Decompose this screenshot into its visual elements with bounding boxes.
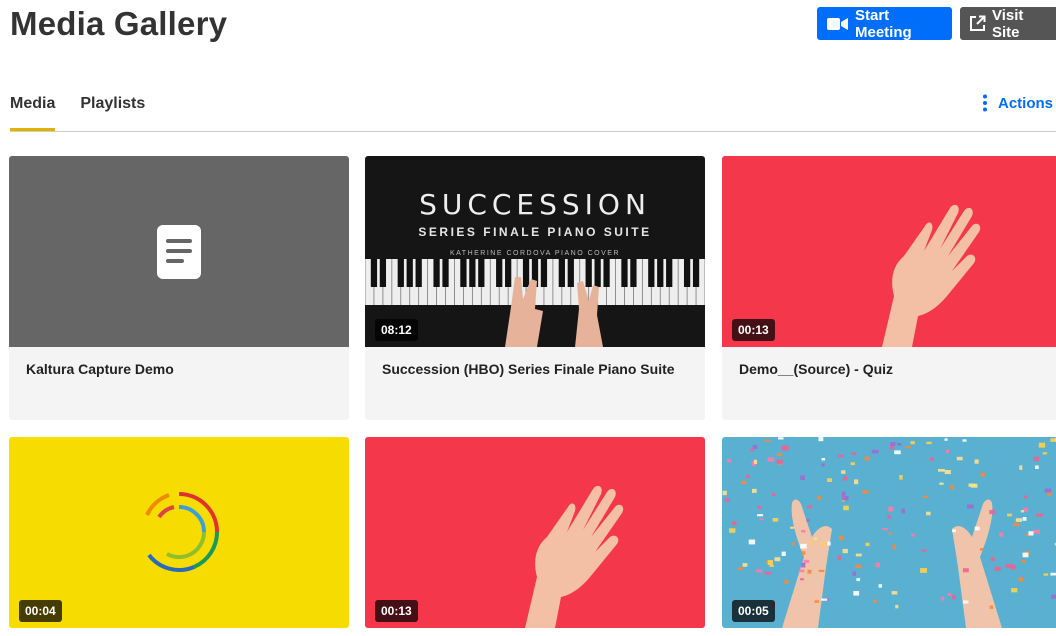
media-thumbnail[interactable]: 00:13 xyxy=(722,156,1056,347)
tab-playlists[interactable]: Playlists xyxy=(80,95,145,131)
document-icon xyxy=(157,224,201,279)
visit-site-button[interactable]: Visit Site xyxy=(960,6,1056,41)
actions-menu-button[interactable]: Actions xyxy=(982,94,1053,112)
external-link-icon xyxy=(969,15,986,32)
thumbnail-subtitle-text: SERIES FINALE PIANO SUITE xyxy=(418,225,652,239)
media-card[interactable]: 00:13 Demo__(Source) - Quiz xyxy=(722,156,1056,420)
start-meeting-button[interactable]: Start Meeting xyxy=(817,6,952,41)
duration-badge: 00:13 xyxy=(375,600,418,622)
media-title[interactable]: Demo__(Source) - Quiz xyxy=(739,361,1045,377)
media-title[interactable]: Succession (HBO) Series Finale Piano Sui… xyxy=(382,361,688,377)
tabs-divider xyxy=(10,131,1056,132)
duration-badge: 08:12 xyxy=(375,319,418,341)
actions-label: Actions xyxy=(998,94,1054,112)
page-title: Media Gallery xyxy=(10,5,228,42)
video-camera-icon xyxy=(827,17,849,31)
thumbnail-title-text: SUCCESSION xyxy=(419,188,651,221)
visit-site-label: Visit Site xyxy=(992,6,1024,41)
media-thumbnail[interactable]: 00:04 xyxy=(9,437,349,628)
media-card[interactable]: Kaltura Capture Demo xyxy=(9,156,349,420)
media-thumbnail[interactable] xyxy=(9,156,349,347)
media-thumbnail[interactable]: 00:13 xyxy=(365,437,705,628)
media-card[interactable]: SUCCESSION SERIES FINALE PIANO SUITE KAT… xyxy=(365,156,705,420)
kebab-menu-icon xyxy=(982,94,988,112)
media-title[interactable]: Kaltura Capture Demo xyxy=(26,361,332,377)
media-tabs: Media Playlists xyxy=(10,95,145,131)
duration-badge: 00:05 xyxy=(732,600,775,622)
media-card[interactable]: 00:05 xyxy=(722,437,1056,628)
duration-badge: 00:04 xyxy=(19,600,62,622)
start-meeting-label: Start Meeting xyxy=(855,6,912,41)
thumbnail-credit-text: KATHERINE CORDOVA PIANO COVER xyxy=(449,250,621,257)
tab-media[interactable]: Media xyxy=(10,95,56,131)
media-card[interactable]: 00:13 xyxy=(365,437,705,628)
media-thumbnail[interactable]: SUCCESSION SERIES FINALE PIANO SUITE KAT… xyxy=(365,156,705,347)
duration-badge: 00:13 xyxy=(732,319,775,341)
media-thumbnail[interactable]: 00:05 xyxy=(722,437,1056,628)
media-card[interactable]: 00:04 xyxy=(9,437,349,628)
